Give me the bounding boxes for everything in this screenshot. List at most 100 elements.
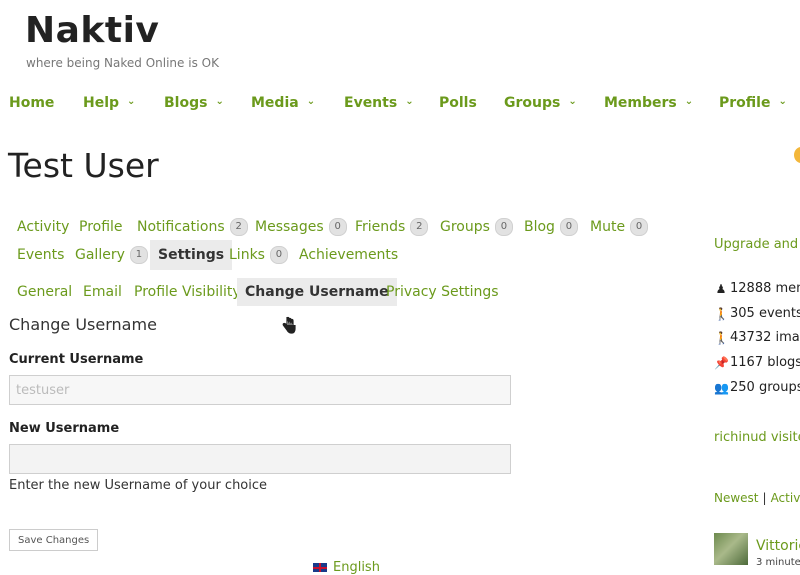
tab-label: Privacy Settings bbox=[386, 284, 499, 300]
avatar[interactable] bbox=[714, 533, 748, 565]
tab-profile[interactable]: Profile bbox=[71, 212, 131, 242]
tab-email[interactable]: Email bbox=[75, 278, 130, 306]
tab-label: Messages bbox=[255, 219, 324, 235]
sidebar: Upgrade and v ♟12888 mem 🚶305 events 🚶43… bbox=[714, 0, 800, 572]
nav-item-label: Groups bbox=[504, 95, 561, 111]
tab-label: General bbox=[17, 284, 73, 300]
tab-label: Achievements bbox=[299, 247, 399, 263]
new-username-help: Enter the new Username of your choice bbox=[9, 478, 268, 493]
page-title: Test User bbox=[8, 146, 159, 185]
members-icon: ♟ bbox=[715, 281, 727, 296]
tab-label: Profile bbox=[79, 219, 123, 235]
chevron-down-icon: ⌄ bbox=[568, 96, 577, 107]
stat-text: 305 events bbox=[730, 306, 800, 321]
blogs-icon: 📌 bbox=[714, 355, 729, 370]
filter-newest[interactable]: Newest bbox=[714, 491, 759, 505]
site-tagline: where being Naked Online is OK bbox=[26, 56, 219, 70]
nav-item-label: Polls bbox=[439, 95, 477, 111]
tab-mute[interactable]: Mute 0 bbox=[582, 212, 656, 242]
count-badge: 0 bbox=[328, 218, 347, 236]
tab-label: Blog bbox=[524, 219, 555, 235]
nav-item-label: Members bbox=[604, 95, 677, 111]
stat-groups: 👥 250 groups bbox=[714, 380, 800, 395]
nav-item-label: Events bbox=[344, 95, 398, 111]
nav-item-groups[interactable]: Groups ⌄ bbox=[504, 95, 577, 111]
tab-gallery[interactable]: Gallery 1 bbox=[67, 240, 156, 270]
tab-settings[interactable]: Settings bbox=[150, 240, 233, 270]
language-selector[interactable]: English bbox=[313, 560, 380, 575]
stat-text: 12888 mem bbox=[730, 281, 800, 296]
chevron-down-icon: ⌄ bbox=[306, 96, 316, 107]
recent-visitor-link[interactable]: richinud visite bbox=[714, 430, 800, 445]
chevron-down-icon: ⌄ bbox=[215, 96, 224, 107]
count-badge: 2 bbox=[410, 218, 429, 236]
chevron-down-icon: ⌄ bbox=[127, 96, 136, 107]
new-username-label: New Username bbox=[9, 421, 120, 436]
uk-flag-icon bbox=[313, 563, 327, 572]
stat-events: 🚶 305 events bbox=[714, 306, 800, 321]
language-label: English bbox=[333, 560, 380, 575]
tab-label: Settings bbox=[158, 247, 225, 263]
count-badge: 0 bbox=[494, 218, 513, 236]
tab-privacy-settings[interactable]: Privacy Settings bbox=[378, 278, 507, 306]
tab-label: Activity bbox=[17, 219, 70, 235]
images-icon: 🚶 bbox=[714, 330, 729, 345]
nav-item-label: Help bbox=[83, 95, 120, 111]
nav-item-home[interactable]: Home bbox=[9, 95, 54, 111]
tab-activity[interactable]: Activity bbox=[9, 212, 77, 242]
tab-links[interactable]: Links 0 bbox=[221, 240, 296, 270]
tab-label: Gallery bbox=[75, 247, 125, 263]
nav-item-help[interactable]: Help ⌄ bbox=[83, 95, 135, 111]
count-badge: 0 bbox=[559, 218, 578, 236]
tab-friends[interactable]: Friends 2 bbox=[347, 212, 436, 242]
upgrade-link[interactable]: Upgrade and v bbox=[714, 237, 800, 252]
member-last-active: 3 minute bbox=[756, 557, 800, 568]
stat-blogs: 📌 1167 blogs bbox=[714, 355, 800, 370]
nav-item-members[interactable]: Members ⌄ bbox=[604, 95, 693, 111]
nav-item-label: Home bbox=[9, 95, 55, 111]
filter-separator: | bbox=[762, 491, 767, 505]
tab-general[interactable]: General bbox=[9, 278, 80, 306]
save-changes-button[interactable]: Save Changes bbox=[9, 529, 99, 551]
tab-label: Profile Visibility bbox=[134, 284, 241, 300]
stat-text: 43732 ima bbox=[730, 330, 800, 345]
stat-text: 1167 blogs bbox=[730, 355, 800, 370]
tab-notifications[interactable]: Notifications 2 bbox=[129, 212, 256, 242]
chevron-down-icon: ⌄ bbox=[405, 96, 414, 107]
section-title: Change Username bbox=[9, 315, 157, 334]
nav-item-blogs[interactable]: Blogs ⌄ bbox=[164, 95, 224, 111]
tab-events[interactable]: Events bbox=[9, 240, 72, 270]
member-name-link[interactable]: Vittoric bbox=[756, 538, 800, 554]
tab-achievements[interactable]: Achievements bbox=[291, 240, 406, 270]
site-title[interactable]: Naktiv bbox=[25, 10, 159, 51]
filter-active[interactable]: Active bbox=[771, 491, 800, 505]
new-username-input[interactable] bbox=[9, 444, 511, 474]
tab-messages[interactable]: Messages 0 bbox=[247, 212, 355, 242]
current-username-label: Current Username bbox=[9, 352, 144, 367]
count-badge: 2 bbox=[229, 218, 248, 236]
count-badge: 1 bbox=[129, 246, 148, 264]
tab-blog[interactable]: Blog 0 bbox=[516, 212, 586, 242]
tab-label: Notifications bbox=[137, 219, 225, 235]
count-badge: 0 bbox=[630, 218, 649, 236]
tab-change-username[interactable]: Change Username bbox=[237, 278, 397, 306]
member-filters: Newest| Active bbox=[714, 491, 800, 505]
current-username-field: testuser bbox=[9, 375, 511, 405]
hand-cursor-icon bbox=[282, 316, 296, 334]
groups-icon: 👥 bbox=[714, 380, 729, 395]
tab-profile-visibility[interactable]: Profile Visibility bbox=[126, 278, 249, 306]
tab-label: Groups bbox=[440, 219, 490, 235]
chevron-down-icon: ⌄ bbox=[684, 96, 694, 107]
nav-item-label: Media bbox=[251, 95, 299, 111]
count-badge: 0 bbox=[269, 246, 288, 264]
tab-label: Mute bbox=[590, 219, 626, 235]
nav-item-events[interactable]: Events ⌄ bbox=[344, 95, 414, 111]
tab-label: Events bbox=[17, 247, 65, 263]
nav-item-polls[interactable]: Polls bbox=[439, 95, 477, 111]
tab-label: Friends bbox=[355, 219, 406, 235]
nav-item-media[interactable]: Media ⌄ bbox=[251, 95, 315, 111]
events-icon: 🚶 bbox=[714, 306, 729, 321]
tab-groups[interactable]: Groups 0 bbox=[432, 212, 521, 242]
stat-images: 🚶 43732 ima bbox=[714, 330, 800, 345]
stat-text: 250 groups bbox=[730, 380, 800, 395]
